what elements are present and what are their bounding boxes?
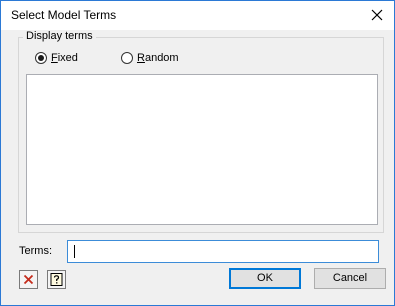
terms-listbox[interactable] — [26, 74, 378, 225]
display-terms-label: Display terms — [23, 30, 96, 42]
ok-button[interactable]: OK — [229, 268, 301, 289]
random-radio-circle — [121, 52, 133, 64]
text-caret — [74, 245, 75, 258]
fixed-radio-label: Fixed — [51, 52, 78, 64]
window-title: Select Model Terms — [11, 8, 117, 22]
fixed-radio-dot — [38, 55, 44, 61]
help-button[interactable] — [47, 270, 66, 289]
clear-x-icon — [23, 274, 34, 285]
random-radio[interactable]: Random — [121, 51, 179, 65]
terms-input[interactable] — [67, 240, 379, 263]
fixed-radio-circle — [35, 52, 47, 64]
help-question-icon — [50, 273, 63, 286]
title-bar: Select Model Terms — [1, 1, 394, 30]
clear-button[interactable] — [19, 270, 38, 289]
close-icon — [371, 9, 383, 21]
terms-label: Terms: — [19, 245, 52, 257]
cancel-button[interactable]: Cancel — [314, 268, 386, 289]
fixed-radio[interactable]: Fixed — [35, 51, 78, 65]
close-button[interactable] — [360, 1, 394, 30]
random-radio-label: Random — [137, 52, 179, 64]
